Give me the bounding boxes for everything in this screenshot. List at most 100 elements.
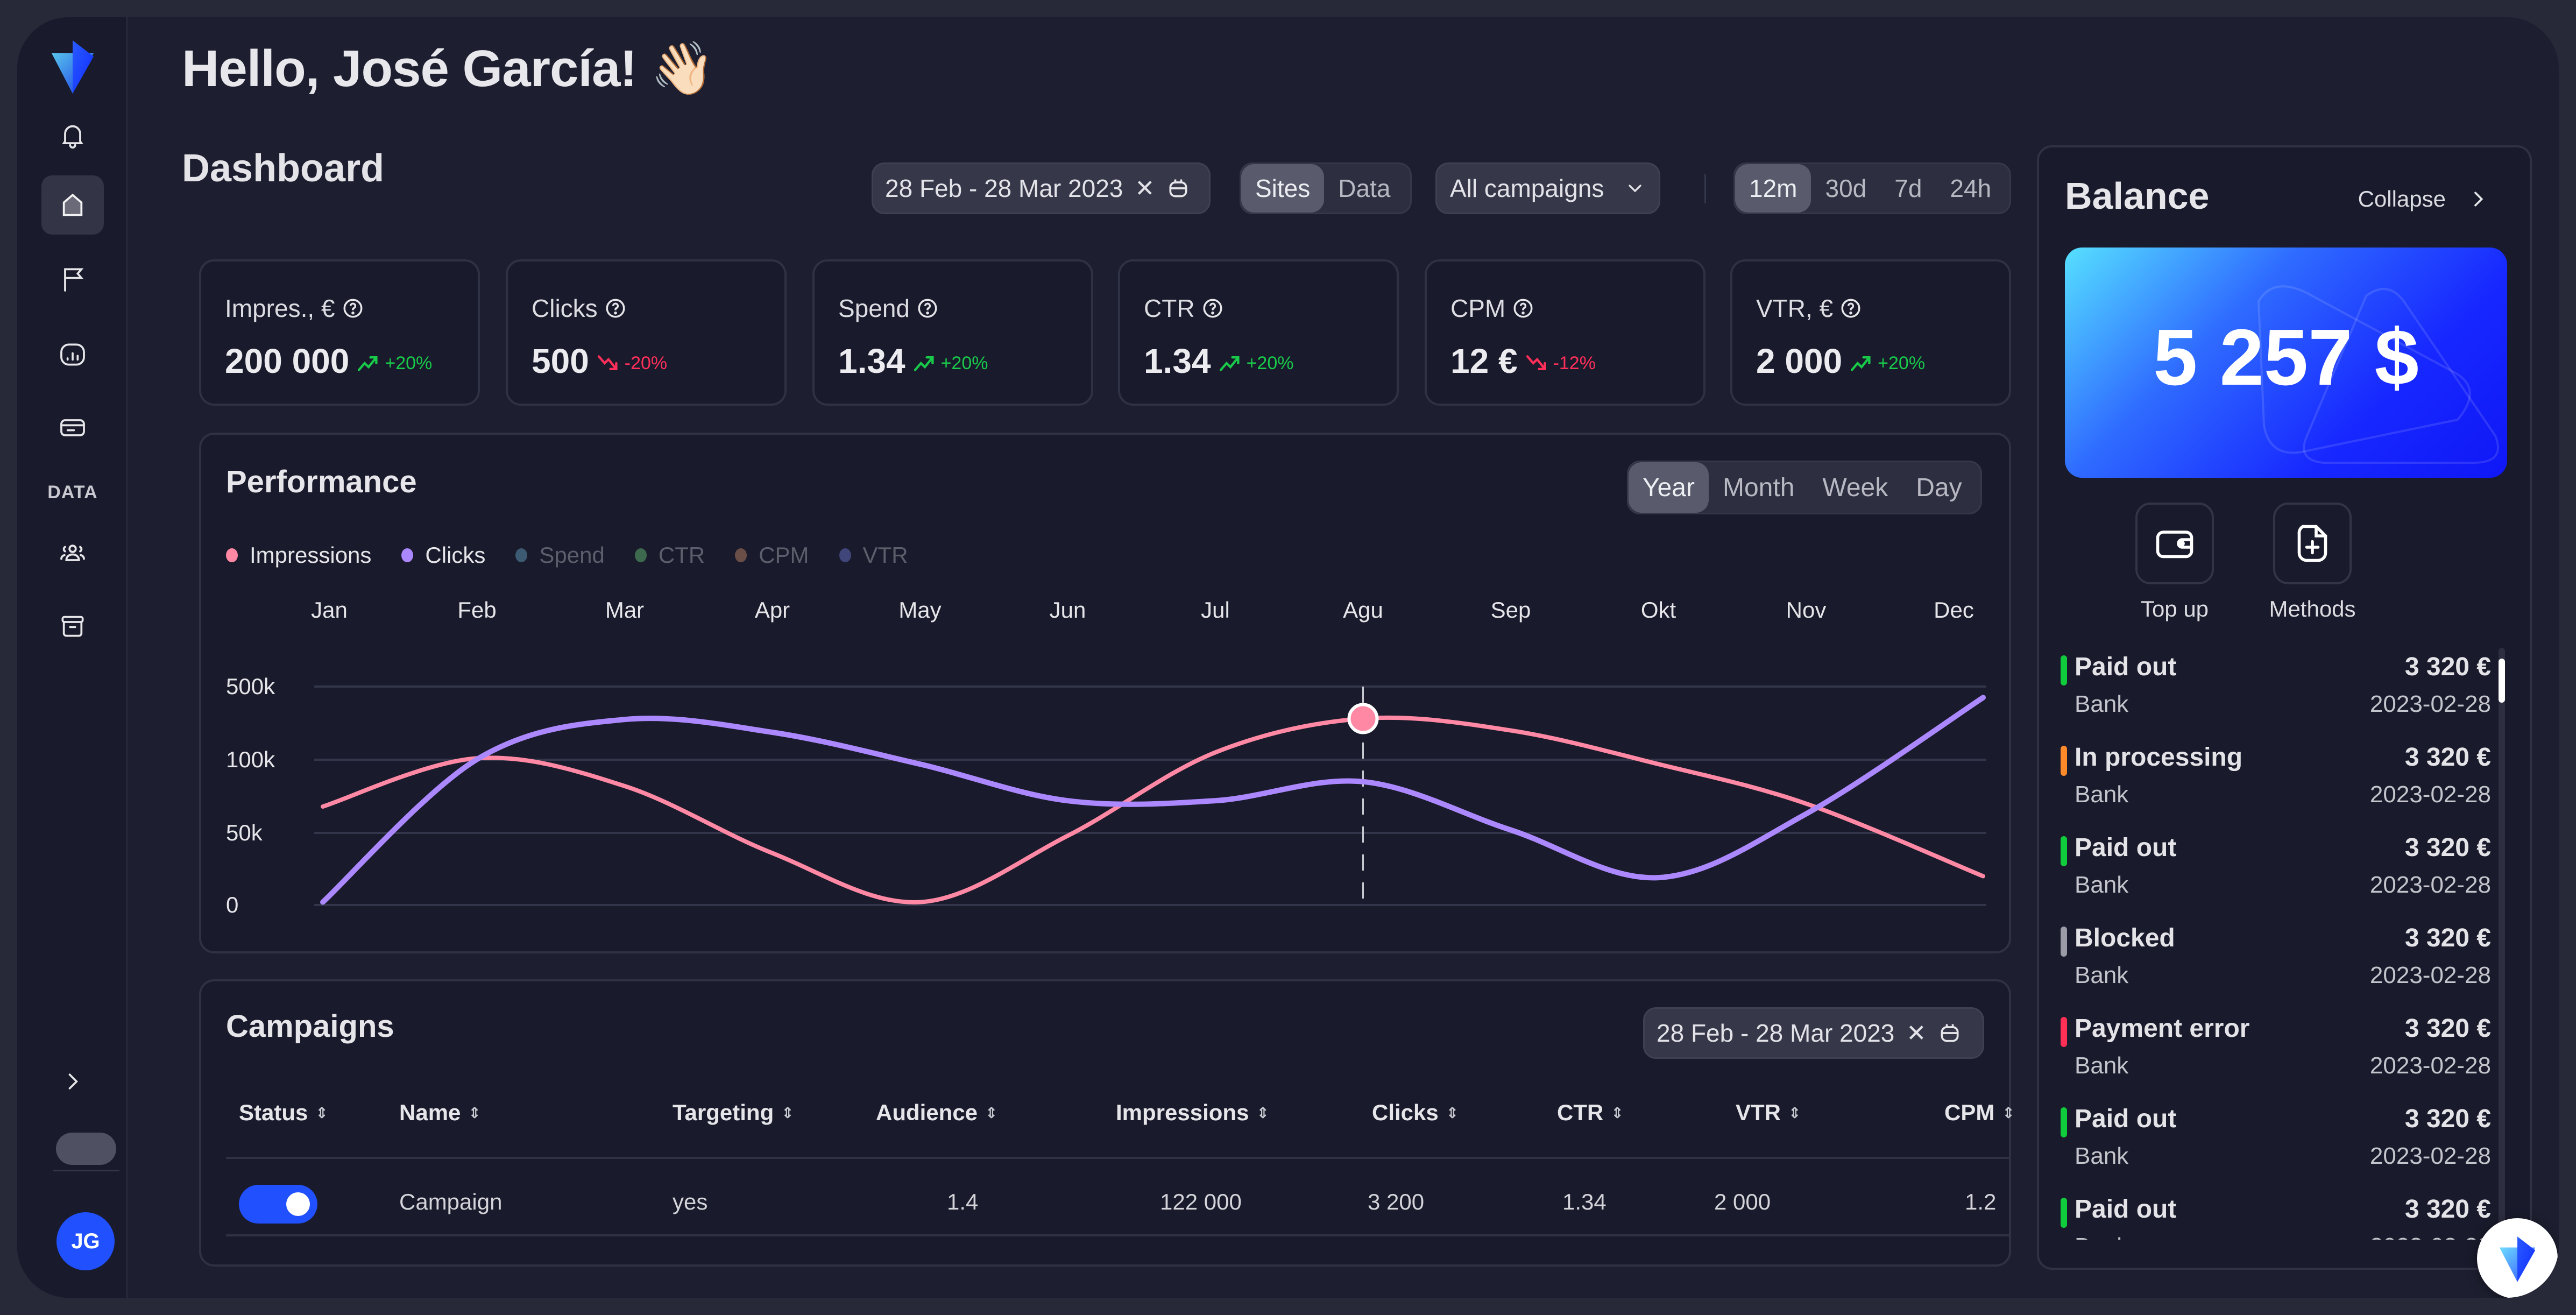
- legend-dot: [226, 548, 238, 562]
- help-icon[interactable]: [342, 297, 364, 320]
- help-icon[interactable]: [1201, 297, 1224, 320]
- range-option-7d[interactable]: 7d: [1880, 164, 1936, 213]
- sidebar-item-archive[interactable]: [41, 596, 104, 655]
- kpi-value: 1.34: [1144, 342, 1211, 380]
- cell-cpm: 1.2: [1965, 1189, 1997, 1214]
- clear-date-icon[interactable]: ✕: [1906, 1020, 1926, 1047]
- cell-ctr: 1.34: [1562, 1189, 1607, 1214]
- sidebar-item-statistics[interactable]: [41, 325, 104, 384]
- source-option-data[interactable]: Data: [1324, 164, 1404, 213]
- transaction-scrollbar[interactable]: [2499, 648, 2505, 1240]
- legend-item-vtr[interactable]: VTR: [839, 542, 908, 568]
- kpi-label: CTR: [1144, 294, 1195, 322]
- top-up-button[interactable]: Top up: [2126, 503, 2223, 622]
- highlight-point[interactable]: [1347, 703, 1379, 734]
- calendar-icon[interactable]: [1938, 1021, 1962, 1045]
- help-icon[interactable]: [916, 297, 939, 320]
- campaigns-card: Campaigns 28 Feb - 28 Mar 2023 ✕ Status ⇕…: [199, 979, 2015, 1267]
- column-header-impressions[interactable]: Impressions ⇕: [1116, 1100, 1269, 1126]
- document-add-icon: [2297, 525, 2327, 562]
- period-option-month[interactable]: Month: [1709, 462, 1808, 513]
- transaction-item[interactable]: Blocked 3 320 € Bank 2023-02-28: [2061, 919, 2491, 1009]
- column-header-clicks[interactable]: Clicks ⇕: [1372, 1100, 1459, 1126]
- legend-item-spend[interactable]: Spend: [515, 542, 605, 568]
- campaign-select-value: All campaigns: [1450, 174, 1604, 202]
- period-toggle: Year Month Week Day: [1627, 461, 1982, 514]
- assistant-button[interactable]: [2477, 1218, 2558, 1298]
- transaction-item[interactable]: Paid out 3 320 € Bank 2023-02-28: [2061, 829, 2491, 919]
- kpi-trend: +20%: [385, 352, 433, 373]
- transaction-status: Paid out: [2075, 653, 2177, 681]
- cell-impressions: 122 000: [1160, 1189, 1242, 1214]
- methods-button[interactable]: Methods: [2264, 503, 2361, 622]
- transaction-method: Bank: [2075, 1052, 2129, 1079]
- series-line-clicks[interactable]: [320, 695, 1986, 905]
- campaigns-date-picker[interactable]: 28 Feb - 28 Mar 2023 ✕: [1643, 1007, 1984, 1059]
- legend-item-impressions[interactable]: Impressions: [226, 542, 371, 568]
- transaction-amount: 3 320 €: [2404, 1105, 2491, 1133]
- period-option-year[interactable]: Year: [1629, 462, 1709, 513]
- x-tick-label: May: [898, 597, 941, 623]
- legend-item-cpm[interactable]: CPM: [735, 542, 809, 568]
- kpi-label: Clicks: [532, 294, 598, 322]
- range-option-12m[interactable]: 12m: [1735, 164, 1811, 213]
- column-label: VTR: [1736, 1100, 1781, 1125]
- sort-icon: ⇕: [1446, 1104, 1459, 1121]
- series-line-impressions[interactable]: [321, 715, 1985, 904]
- home-icon: [62, 193, 83, 216]
- column-header-audience[interactable]: Audience ⇕: [876, 1100, 998, 1126]
- source-option-sites[interactable]: Sites: [1241, 164, 1325, 213]
- collapse-button[interactable]: Collapse: [2358, 186, 2489, 212]
- range-option-24h[interactable]: 24h: [1936, 164, 2005, 213]
- transaction-item[interactable]: Paid out 3 320 € Bank 2023-02-28: [2061, 1190, 2491, 1240]
- legend-label: CTR: [658, 542, 705, 568]
- help-icon[interactable]: [1839, 297, 1862, 320]
- column-header-targeting[interactable]: Targeting ⇕: [673, 1100, 794, 1126]
- sidebar-item-home[interactable]: [41, 175, 104, 235]
- theme-toggle[interactable]: [56, 1133, 116, 1165]
- clear-date-icon[interactable]: ✕: [1135, 175, 1155, 202]
- transaction-item[interactable]: Paid out 3 320 € Bank 2023-02-28: [2061, 1100, 2491, 1190]
- logo-icon[interactable]: [48, 37, 97, 96]
- transaction-item[interactable]: In processing 3 320 € Bank 2023-02-28: [2061, 738, 2491, 829]
- legend-item-ctr[interactable]: CTR: [634, 542, 705, 568]
- sidebar-item-payments[interactable]: [41, 398, 104, 457]
- legend-dot: [515, 548, 528, 562]
- sidebar-item-campaigns[interactable]: [41, 250, 104, 309]
- column-label: CPM: [1944, 1100, 1995, 1125]
- table-row-divider: [226, 1234, 2009, 1236]
- sidebar: DATA JG: [17, 17, 128, 1298]
- kpi-card: CTR 1.34 +20%: [1118, 259, 1399, 406]
- column-header-status[interactable]: Status ⇕: [239, 1100, 328, 1126]
- cell-name[interactable]: Campaign: [399, 1189, 502, 1215]
- balance-amount: 5 257 $: [2153, 313, 2419, 402]
- campaign-status-toggle[interactable]: [239, 1185, 317, 1224]
- kpi-trend: +20%: [940, 352, 988, 373]
- column-header-vtr[interactable]: VTR ⇕: [1736, 1100, 1801, 1126]
- period-option-day[interactable]: Day: [1902, 462, 1976, 513]
- help-icon[interactable]: [1512, 297, 1534, 320]
- legend-item-clicks[interactable]: Clicks: [401, 542, 485, 568]
- column-header-cpm[interactable]: CPM ⇕: [1944, 1100, 2015, 1126]
- range-option-30d[interactable]: 30d: [1811, 164, 1880, 213]
- transaction-amount: 3 320 €: [2404, 1195, 2491, 1224]
- bell-icon: [62, 125, 83, 149]
- campaigns-date-value: 28 Feb - 28 Mar 2023: [1657, 1019, 1895, 1047]
- avatar[interactable]: JG: [56, 1212, 115, 1270]
- campaign-select[interactable]: All campaigns: [1435, 162, 1660, 214]
- expand-sidebar-button[interactable]: [58, 1066, 88, 1097]
- calendar-icon[interactable]: [1166, 176, 1190, 200]
- sidebar-item-notifications[interactable]: [41, 105, 104, 165]
- sort-icon: ⇕: [1611, 1104, 1624, 1121]
- column-header-name[interactable]: Name ⇕: [399, 1100, 481, 1126]
- sidebar-item-audiences[interactable]: [41, 523, 104, 582]
- cell-vtr: 2 000: [1714, 1189, 1771, 1214]
- help-icon[interactable]: [604, 297, 627, 320]
- kpi-value: 2 000: [1756, 342, 1843, 380]
- date-range-picker[interactable]: 28 Feb - 28 Mar 2023 ✕: [872, 162, 1211, 214]
- trend-up-icon: [358, 356, 378, 371]
- period-option-week[interactable]: Week: [1808, 462, 1902, 513]
- transaction-item[interactable]: Payment error 3 320 € Bank 2023-02-28: [2061, 1009, 2491, 1100]
- transaction-item[interactable]: Paid out 3 320 € Bank 2023-02-28: [2061, 648, 2491, 738]
- column-header-ctr[interactable]: CTR ⇕: [1557, 1100, 1624, 1126]
